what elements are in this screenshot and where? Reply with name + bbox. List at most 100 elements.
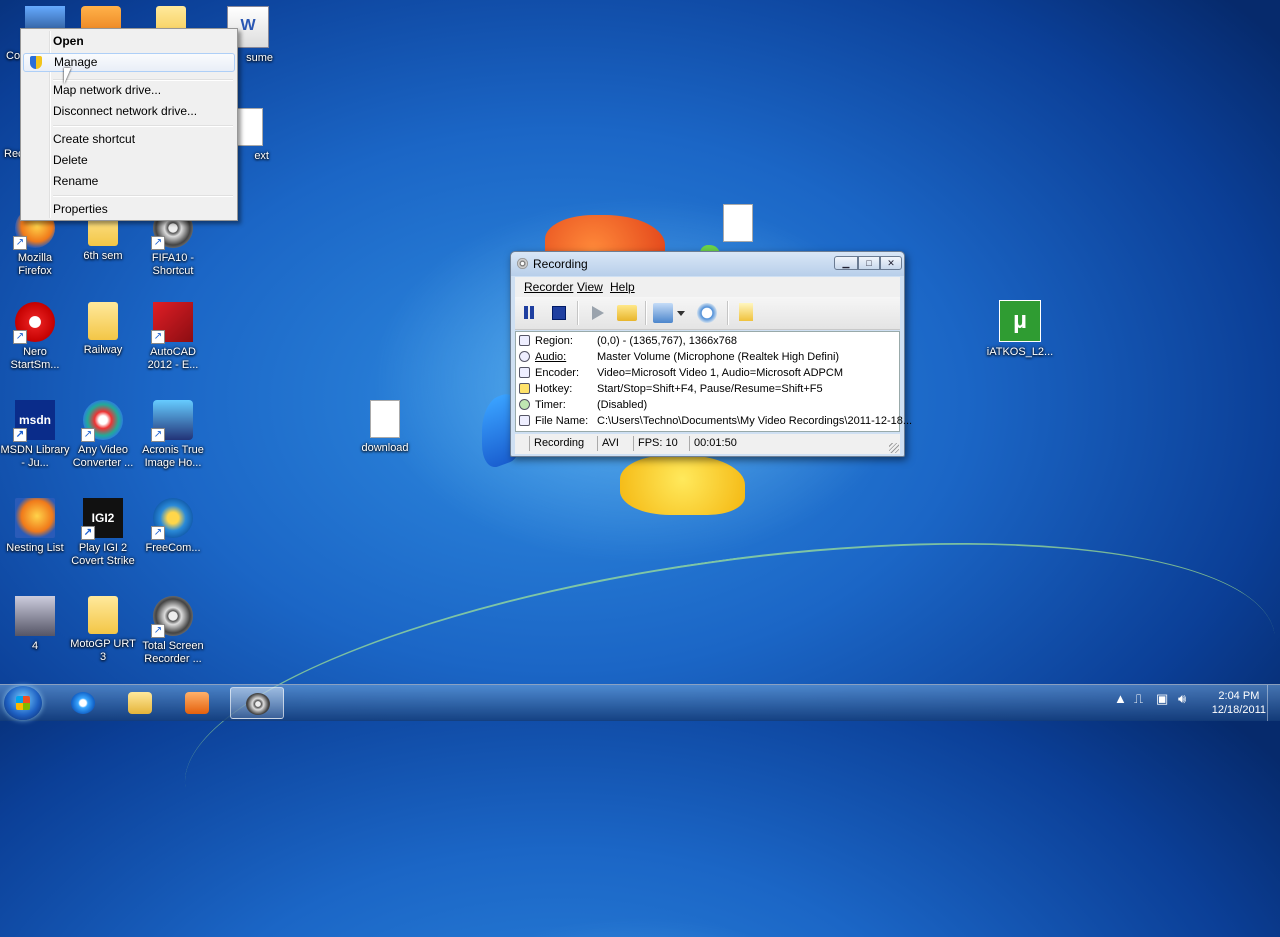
resize-grip[interactable] [889, 443, 899, 453]
desktop-icon-any-video-converter[interactable]: Any Video Converter ... [68, 400, 138, 470]
desktop-icon-download[interactable]: download [350, 400, 420, 455]
folder-icon [88, 302, 118, 340]
context-menu-manage[interactable]: Manage [23, 53, 235, 72]
context-menu-delete[interactable]: Delete [23, 151, 235, 170]
info-value: Start/Stop=Shift+F4, Pause/Resume=Shift+… [597, 383, 823, 395]
desktop-icon-blank-doc[interactable] [703, 204, 773, 246]
desktop-icon-label: download [361, 442, 409, 454]
taskbar-clock[interactable]: 2:04 PM 12/18/2011 [1212, 689, 1266, 717]
chevron-down-icon[interactable] [677, 303, 685, 323]
status-bar: Recording AVI FPS: 10 00:01:50 [515, 434, 900, 454]
info-value: Master Volume (Microphone (Realtek High … [597, 351, 840, 363]
info-key: Hotkey: [535, 383, 573, 395]
desktop-icon-label: Railway [83, 344, 123, 356]
hotkey-icon [519, 383, 530, 394]
volume-icon[interactable]: 🔊︎ [1178, 691, 1186, 707]
film-reel-icon [151, 596, 193, 638]
info-key: File Name: [535, 415, 589, 427]
edit-settings-icon[interactable] [653, 303, 673, 323]
desktop-icon-acronis[interactable]: Acronis True Image Ho... [138, 400, 208, 470]
desktop-icon-igi2[interactable]: IGI2 Play IGI 2 Covert Strike [68, 498, 138, 568]
context-menu-properties[interactable]: Properties [23, 200, 235, 219]
desktop-icon-label: Play IGI 2 Covert Strike [71, 542, 135, 567]
recording-window: Recording ▁ □ ✕ Recorder View Help Regio… [510, 251, 912, 457]
context-menu-create-shortcut[interactable]: Create shortcut [23, 130, 235, 149]
toolbar-separator [645, 301, 647, 325]
taskbar-screen-recorder[interactable] [230, 687, 284, 719]
pointer-icon[interactable] [739, 303, 753, 321]
info-value: (Disabled) [597, 399, 648, 411]
status-format: AVI [597, 436, 619, 451]
network-status-icon[interactable]: ▣ [1156, 691, 1168, 707]
stop-icon[interactable] [549, 303, 569, 323]
wallpaper-logo-yellow [620, 455, 745, 515]
desktop-icon-nesting-list[interactable]: Nesting List [0, 498, 70, 555]
show-desktop-button[interactable] [1267, 685, 1280, 721]
info-value: Video=Microsoft Video 1, Audio=Microsoft… [597, 367, 843, 379]
desktop-icon-railway[interactable]: Railway [68, 302, 138, 357]
timer-icon[interactable] [697, 303, 717, 323]
info-value: C:\Users\Techno\Documents\My Video Recor… [597, 415, 913, 427]
uac-shield-icon [30, 56, 42, 69]
window-titlebar[interactable]: Recording ▁ □ ✕ [511, 252, 904, 276]
taskbar-windows-explorer[interactable] [113, 687, 167, 719]
menu-bar: Recorder View Help [515, 277, 900, 297]
menu-view[interactable]: View [577, 280, 603, 294]
folder-icon [128, 692, 152, 714]
info-row-region: Region: (0,0) - (1365,767), 1366x768 [516, 333, 899, 349]
toolbar [515, 297, 900, 330]
desktop-icon-label: MotoGP URT 3 [70, 638, 136, 663]
context-menu: Open Manage Map network drive... Disconn… [20, 28, 238, 221]
maximize-button[interactable]: □ [858, 256, 880, 270]
start-button[interactable] [4, 686, 42, 720]
play-icon[interactable] [587, 303, 607, 323]
desktop-icon-label: Acronis True Image Ho... [142, 444, 204, 469]
taskbar-media-player[interactable] [170, 687, 224, 719]
status-state: Recording [529, 436, 584, 451]
clock-date: 12/18/2011 [1211, 704, 1266, 716]
context-menu-rename[interactable]: Rename [23, 172, 235, 191]
context-menu-open[interactable]: Open [23, 32, 235, 51]
network-icon[interactable]: ⎍ [1134, 691, 1143, 707]
clock-time: 2:04 PM [1218, 690, 1260, 702]
toolbar-separator [577, 301, 579, 325]
film-reel-icon [517, 258, 528, 269]
taskbar-internet-explorer[interactable] [56, 687, 110, 719]
minimize-button[interactable]: ▁ [834, 256, 858, 270]
encoder-icon [519, 367, 530, 378]
toolbar-separator [727, 301, 729, 325]
open-folder-icon[interactable] [617, 305, 637, 321]
document-icon [370, 400, 400, 438]
document-icon [723, 204, 753, 242]
desktop-icon-freecom[interactable]: FreeCom... [138, 498, 208, 555]
desktop-icon-label: FreeCom... [145, 542, 201, 554]
desktop-icon-total-screen-recorder[interactable]: Total Screen Recorder ... [138, 596, 208, 666]
taskbar: ▲ ⎍ ▣ 🔊︎ 2:04 PM 12/18/2011 [0, 684, 1280, 721]
pause-icon[interactable] [519, 303, 539, 323]
menu-help[interactable]: Help [610, 280, 635, 294]
firefox-document-icon [15, 498, 55, 538]
context-menu-map-network-drive[interactable]: Map network drive... [23, 81, 235, 100]
desktop-icon-nero[interactable]: Nero StartSm... [0, 302, 70, 372]
utorrent-icon: µ [999, 300, 1041, 342]
desktop-icon-autocad[interactable]: AutoCAD 2012 - E... [138, 302, 208, 372]
context-menu-manage-label: Manage [54, 55, 98, 69]
desktop-icon-msdn[interactable]: msdn MSDN Library - Ju... [0, 400, 70, 470]
show-hidden-icons-icon[interactable]: ▲ [1114, 691, 1127, 706]
desktop-icon-iatkos[interactable]: µ iATKOS_L2... [985, 300, 1055, 359]
menu-recorder[interactable]: Recorder [524, 280, 573, 294]
desktop-icon-label: Mozilla Firefox [17, 252, 53, 277]
info-row-audio[interactable]: Audio: Master Volume (Microphone (Realte… [516, 349, 899, 365]
context-menu-disconnect-network-drive[interactable]: Disconnect network drive... [23, 102, 235, 121]
info-row-file-name: File Name: C:\Users\Techno\Documents\My … [516, 413, 912, 429]
desktop-icon-motogp[interactable]: MotoGP URT 3 [68, 596, 138, 664]
file-icon [519, 415, 530, 426]
info-row-timer: Timer: (Disabled) [516, 397, 899, 413]
desktop-icon-label: FIFA10 - Shortcut [151, 252, 195, 277]
region-icon [519, 335, 530, 346]
freecom-icon [151, 498, 193, 540]
desktop-icon-label: Nesting List [6, 542, 64, 554]
windows-logo-icon [16, 696, 30, 710]
close-button[interactable]: ✕ [880, 256, 902, 270]
desktop-icon-4[interactable]: 4 [0, 596, 70, 653]
